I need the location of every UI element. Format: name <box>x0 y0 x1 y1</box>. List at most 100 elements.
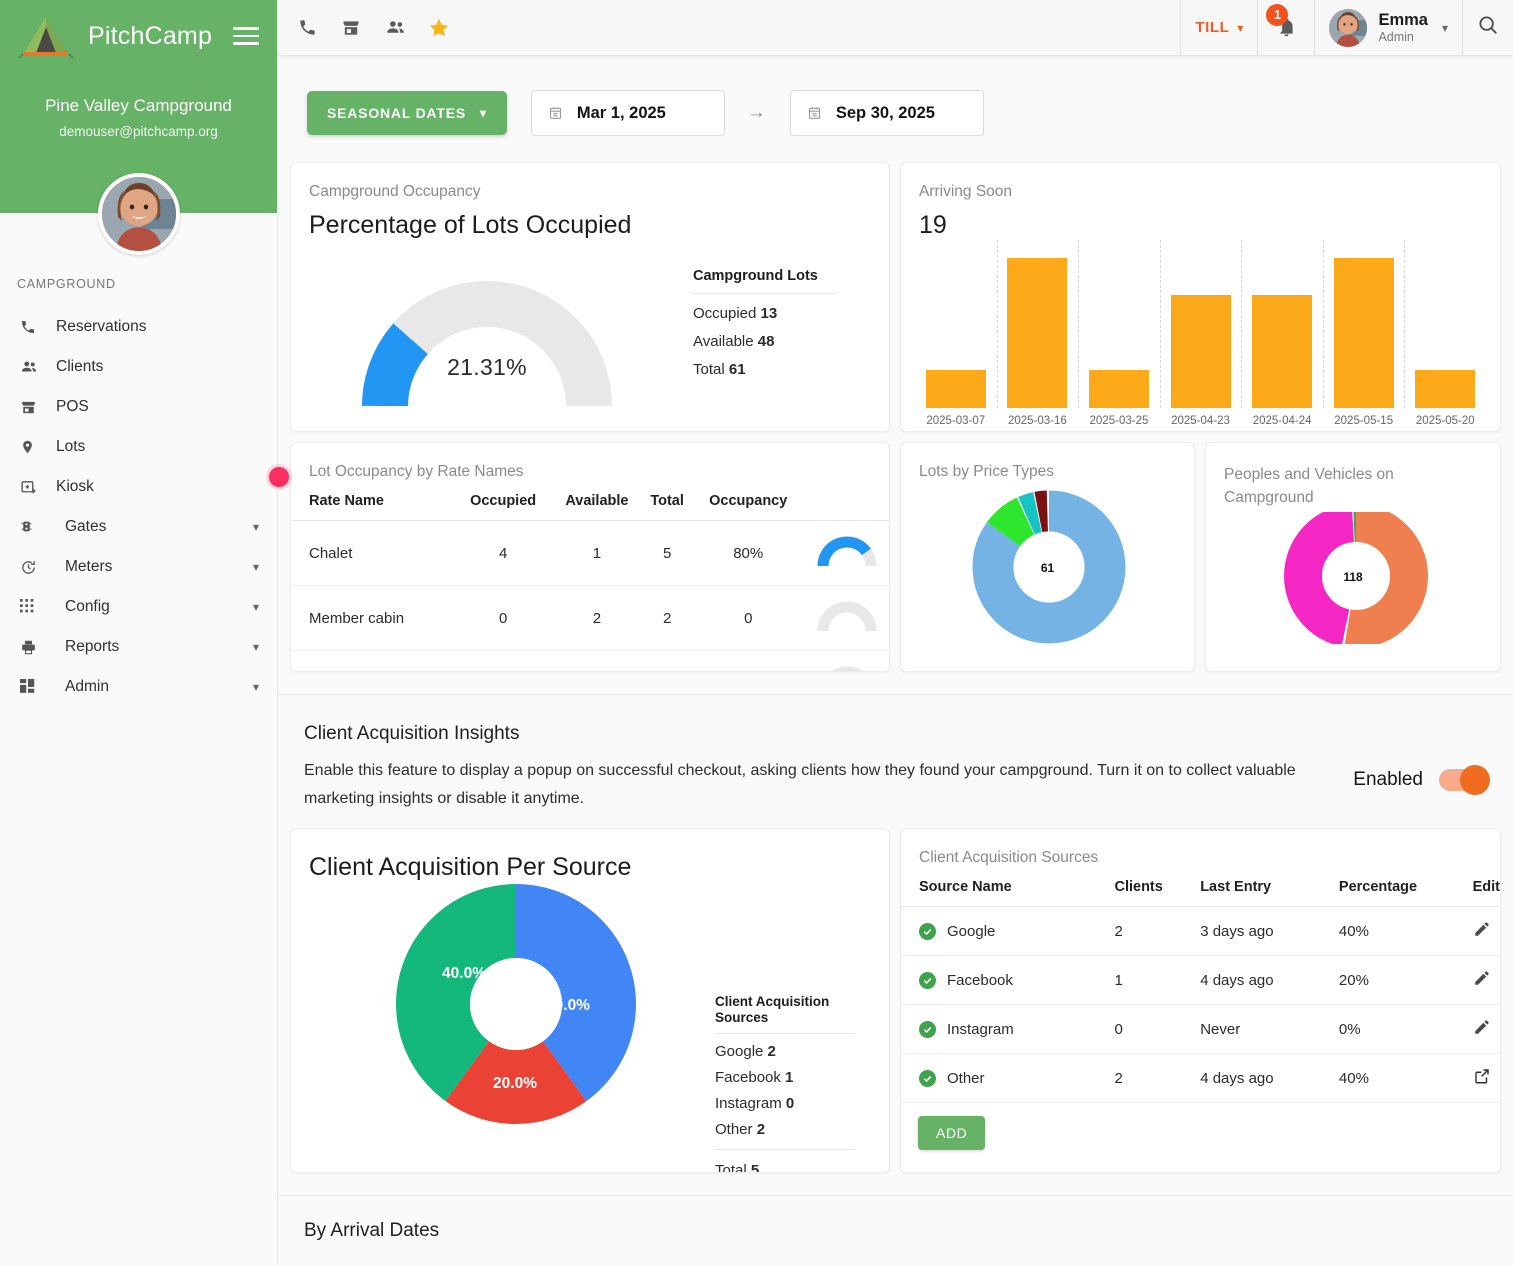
bar-column[interactable] <box>915 240 997 408</box>
bar[interactable] <box>1252 295 1313 408</box>
table-row[interactable]: Facebook 1 4 days ago 20% <box>901 955 1500 1006</box>
bar-column[interactable] <box>996 240 1079 408</box>
check-icon <box>919 922 936 940</box>
card-subtitle: Arriving Soon <box>919 183 1013 200</box>
insights-row: Enable this feature to display a popup o… <box>304 757 1490 812</box>
notifications-button[interactable]: 1 <box>1257 0 1314 56</box>
till-dropdown[interactable]: TILL ▾ <box>1180 0 1257 56</box>
bar[interactable] <box>1170 295 1231 408</box>
legend-total: Total 5 <box>715 1149 855 1172</box>
bar[interactable] <box>1088 370 1149 408</box>
bar-column[interactable] <box>1404 240 1486 408</box>
sidebar-item-lots[interactable]: Lots <box>0 427 277 467</box>
pencil-icon[interactable] <box>1473 971 1491 991</box>
table-cell-occupancy: 0 <box>691 585 805 651</box>
table-cell-percentage: 40% <box>1338 1053 1473 1104</box>
sidebar-item-gates[interactable]: Gates ▾ <box>0 507 277 547</box>
seasonal-dates-button[interactable]: SEASONAL DATES ▾ <box>307 91 507 135</box>
table-cell-name: Chalet <box>291 520 456 586</box>
add-source-button[interactable]: ADD <box>918 1116 986 1151</box>
sidebar: PitchCamp Pine Valley Campground demouse… <box>0 0 278 1266</box>
card-subtitle: Peoples and Vehicles on Campground <box>1224 466 1394 507</box>
campground-lots-legend: Campground Lots Occupied 13 Available 48… <box>693 246 835 406</box>
bar[interactable] <box>1415 370 1476 408</box>
table-cell-name: Paid Parking <box>291 650 456 671</box>
phone-icon[interactable] <box>294 15 320 41</box>
table-row[interactable]: Instagram 0 Never 0% <box>901 1004 1500 1055</box>
dashboard-icon <box>20 678 42 696</box>
table-row[interactable]: Google 2 3 days ago 40% <box>901 906 1500 957</box>
bar-column[interactable] <box>1159 240 1242 408</box>
sidebar-item-reservations[interactable]: Reservations <box>0 307 277 347</box>
x-axis-label: 2025-04-24 <box>1252 415 1312 427</box>
sidebar-item-config[interactable]: Config ▾ <box>0 587 277 627</box>
table-row[interactable]: Other 2 4 days ago 40% <box>901 1053 1500 1104</box>
lot-occupancy-card: Lot Occupancy by Rate Names Rate Name Oc… <box>290 442 890 672</box>
end-date-input[interactable]: Sep 30, 2025 <box>789 90 984 136</box>
phone-icon <box>20 318 42 336</box>
pencil-icon[interactable] <box>1473 922 1491 942</box>
people-icon[interactable] <box>382 15 408 41</box>
table-cell-clients: 1 <box>1114 955 1201 1006</box>
table-row[interactable]: Chalet 4 1 5 80% <box>291 520 889 586</box>
card-subtitle: Lot Occupancy by Rate Names <box>309 463 524 480</box>
peoples-vehicles-center-label: 118 <box>1343 569 1363 584</box>
grid-line <box>1404 240 1406 408</box>
column-header: Clients <box>1114 873 1201 908</box>
table-cell-last-entry: 3 days ago <box>1200 906 1339 957</box>
x-axis-label: 2025-03-25 <box>1089 415 1149 427</box>
sidebar-item-label: Meters <box>65 558 113 575</box>
sidebar-item-label: Clients <box>56 358 104 375</box>
x-axis-label: 2025-04-23 <box>1171 415 1230 427</box>
table-row[interactable]: Paid Parking0110 <box>291 650 889 671</box>
chevron-down-icon[interactable]: ▾ <box>253 680 259 694</box>
x-axis-label: 2025-05-20 <box>1415 415 1475 427</box>
chevron-down-icon[interactable]: ▾ <box>253 600 259 614</box>
tent-icon <box>16 11 76 61</box>
table-cell-percentage: 0% <box>1338 1004 1473 1055</box>
table-row[interactable]: Member cabin 0 2 2 0 <box>291 585 889 651</box>
start-date-input[interactable]: Mar 1, 2025 <box>530 90 725 136</box>
insights-toggle[interactable] <box>1439 765 1490 795</box>
chevron-down-icon[interactable]: ▾ <box>253 560 259 574</box>
legend-value: 13 <box>760 305 778 322</box>
pencil-icon[interactable] <box>1473 1020 1491 1040</box>
external-link-icon[interactable] <box>1473 1069 1491 1089</box>
chevron-down-icon[interactable]: ▾ <box>253 640 259 654</box>
sidebar-item-clients[interactable]: Clients <box>0 347 277 387</box>
hamburger-icon[interactable] <box>233 26 259 46</box>
user-email: demouser@pitchcamp.org <box>59 124 218 139</box>
search-button[interactable] <box>1462 0 1513 56</box>
legend-label: Occupied <box>693 305 757 322</box>
bar[interactable] <box>1333 258 1394 408</box>
bar[interactable] <box>925 370 986 408</box>
slice-label-other: 40.0% <box>442 965 486 982</box>
table-cell-last-entry: Never <box>1200 1004 1339 1055</box>
table-cell-available: 1 <box>551 650 643 671</box>
user-name: Emma <box>1378 10 1428 29</box>
sidebar-item-admin[interactable]: Admin ▾ <box>0 667 277 707</box>
chevron-down-icon[interactable]: ▾ <box>253 520 259 534</box>
card-subtitle: Campground Occupancy <box>309 183 481 200</box>
legend-label: Total <box>693 361 725 378</box>
sidebar-item-meters[interactable]: Meters ▾ <box>0 547 277 587</box>
store-icon[interactable] <box>338 15 364 41</box>
card-title: Percentage of Lots Occupied <box>309 211 632 239</box>
avatar[interactable] <box>97 173 180 255</box>
grid-line <box>996 240 998 408</box>
user-menu[interactable]: Emma Admin ▾ <box>1314 0 1462 56</box>
column-header: Total <box>642 487 692 521</box>
star-icon[interactable] <box>426 15 452 41</box>
bar[interactable] <box>1007 258 1068 408</box>
card-subtitle: Client Acquisition Sources <box>919 849 1099 867</box>
sidebar-section-label: CAMPGROUND <box>17 277 116 291</box>
slice-label-facebook: 20.0% <box>493 1075 537 1092</box>
grid-line <box>1241 240 1243 408</box>
bar-column[interactable] <box>1241 240 1323 408</box>
sidebar-item-kiosk[interactable]: Kiosk <box>0 467 277 507</box>
bar-column[interactable] <box>1322 240 1405 408</box>
sidebar-item-pos[interactable]: POS <box>0 387 277 427</box>
bar-column[interactable] <box>1078 240 1160 408</box>
sidebar-item-reports[interactable]: Reports ▾ <box>0 627 277 667</box>
table-cell-name: Member cabin <box>291 585 456 651</box>
